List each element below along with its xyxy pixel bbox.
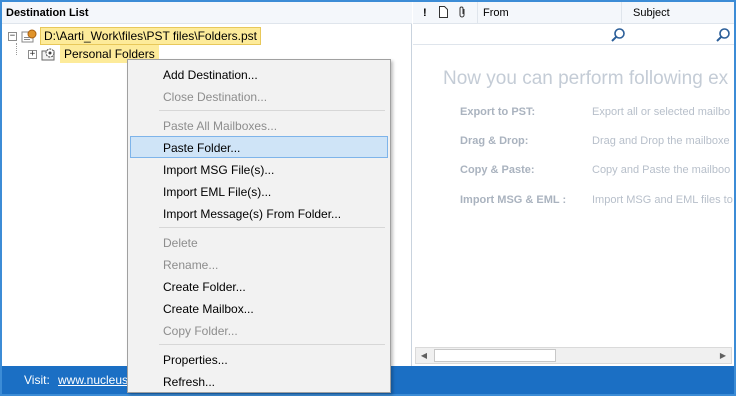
context-menu: Add Destination... Close Destination... …: [127, 59, 391, 393]
scroll-right-icon[interactable]: ▶: [715, 348, 731, 363]
tree-node-root[interactable]: − D:\Aarti_Work\files\PST files\Folders.…: [8, 27, 261, 45]
menu-item-rename[interactable]: Rename...: [130, 253, 388, 275]
menu-item-create-mailbox[interactable]: Create Mailbox...: [130, 297, 388, 319]
menu-item-properties[interactable]: Properties...: [130, 348, 388, 370]
folder-gear-icon: [41, 47, 57, 61]
feature-row: Import MSG & EML : Import MSG and EML fil…: [460, 194, 733, 206]
menu-item-close-destination[interactable]: Close Destination...: [130, 85, 388, 107]
menu-item-paste-folder[interactable]: Paste Folder...: [130, 136, 388, 158]
scroll-left-icon[interactable]: ◀: [416, 348, 432, 363]
menu-item-create-folder[interactable]: Create Folder...: [130, 275, 388, 297]
feature-description: Copy and Paste the mailboo: [592, 164, 731, 176]
menu-separator: [159, 110, 385, 111]
search-icon[interactable]: [610, 27, 626, 43]
message-grid-header: ! From Subject: [413, 2, 734, 24]
feature-row: Drag & Drop: Drag and Drop the mailboxe: [460, 135, 730, 147]
feature-name: Drag & Drop:: [460, 135, 529, 147]
menu-item-import-eml[interactable]: Import EML File(s)...: [130, 180, 388, 202]
importance-column-header[interactable]: !: [423, 7, 427, 19]
from-column-header[interactable]: From: [483, 7, 509, 19]
menu-item-import-msg[interactable]: Import MSG File(s)...: [130, 158, 388, 180]
feature-name: Import MSG & EML :: [460, 194, 567, 206]
website-link[interactable]: www.nucleus: [58, 373, 128, 387]
menu-item-import-from-folder[interactable]: Import Message(s) From Folder...: [130, 202, 388, 224]
promo-title: Now you can perform following ex: [443, 68, 729, 89]
menu-item-paste-all-mailboxes[interactable]: Paste All Mailboxes...: [130, 114, 388, 136]
search-icon[interactable]: [715, 27, 731, 43]
pst-file-icon: [21, 29, 37, 43]
document-icon[interactable]: [439, 6, 448, 21]
feature-row: Copy & Paste: Copy and Paste the mailboo: [460, 164, 730, 176]
message-list-pane: ! From Subject Now you can perform follo…: [413, 2, 734, 366]
menu-item-delete[interactable]: Delete: [130, 231, 388, 253]
feature-description: Drag and Drop the mailboxe: [592, 135, 730, 147]
feature-name: Export to PST:: [460, 106, 536, 118]
scrollbar-thumb[interactable]: [434, 349, 556, 362]
subject-column-header[interactable]: Subject: [633, 7, 670, 19]
feature-description: Import MSG and EML files to: [592, 194, 733, 206]
feature-description: Export all or selected mailbo: [592, 106, 731, 118]
menu-item-add-destination[interactable]: Add Destination...: [130, 63, 388, 85]
horizontal-scrollbar[interactable]: ◀ ▶: [415, 347, 732, 364]
menu-item-copy-folder[interactable]: Copy Folder...: [130, 319, 388, 341]
tree-root-label[interactable]: D:\Aarti_Work\files\PST files\Folders.ps…: [40, 27, 261, 45]
menu-separator: [159, 344, 385, 345]
paperclip-icon[interactable]: [459, 6, 466, 21]
feature-name: Copy & Paste:: [460, 164, 535, 176]
feature-row: Export to PST: Export all or selected mai…: [460, 106, 730, 118]
filter-row: [413, 25, 734, 45]
visit-label: Visit:: [24, 373, 50, 387]
menu-item-refresh[interactable]: Refresh...: [130, 370, 388, 392]
menu-separator: [159, 227, 385, 228]
expand-icon[interactable]: +: [28, 49, 37, 59]
collapse-icon[interactable]: −: [8, 31, 17, 41]
destination-list-header: Destination List: [2, 2, 412, 24]
